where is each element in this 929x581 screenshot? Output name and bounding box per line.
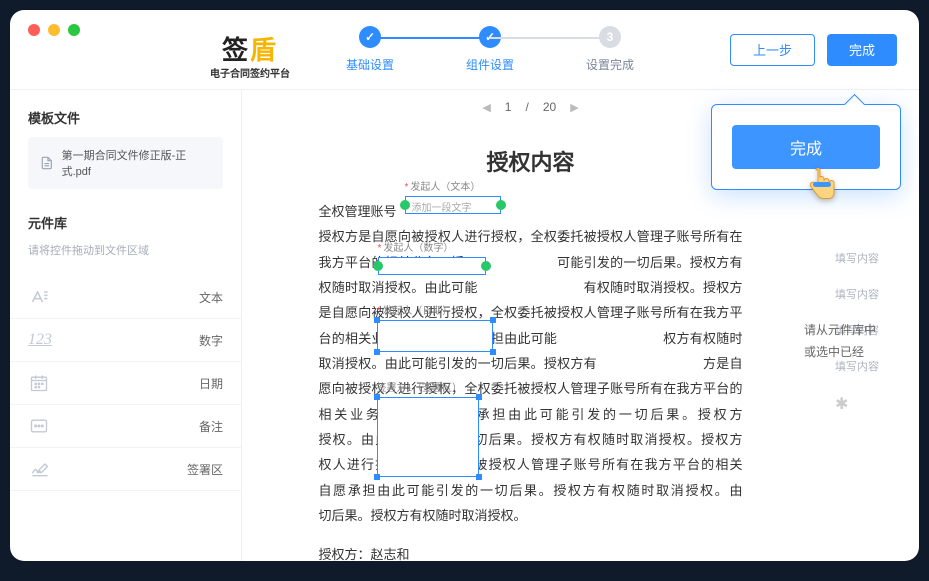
component-label: 签署区 — [187, 461, 223, 478]
placed-field-number[interactable]: *发起人（数字） — [378, 257, 486, 275]
corner-handle[interactable] — [476, 474, 482, 480]
remark-icon — [28, 415, 58, 437]
side-hint-text: 请从元件库中 或选中已经 — [804, 320, 919, 363]
field-placeholder: 添加一段文字 — [406, 197, 500, 221]
done-button[interactable]: 完成 — [827, 34, 897, 66]
field-tag: *发起人（文本） — [405, 178, 481, 198]
corner-handle[interactable] — [374, 349, 380, 355]
page-total: 20 — [543, 100, 556, 114]
corner-handle[interactable] — [490, 349, 496, 355]
component-label: 备注 — [199, 418, 223, 435]
step-label: 基础设置 — [346, 56, 394, 73]
logo-subtitle: 电子合同签约平台 — [210, 65, 290, 80]
component-label: 数字 — [199, 332, 223, 349]
resize-handle-right[interactable] — [496, 200, 506, 210]
page-current: 1 — [505, 100, 512, 114]
step-basic-settings[interactable]: 基础设置 — [310, 26, 430, 73]
corner-handle[interactable] — [374, 394, 380, 400]
placed-field-signature[interactable]: 签署方1（签署区） — [377, 397, 479, 477]
prev-step-button[interactable]: 上一步 — [730, 34, 815, 66]
library-hint: 请将控件拖动到文件区域 — [28, 242, 223, 258]
file-icon — [40, 156, 54, 170]
component-date[interactable]: 日期 — [10, 362, 241, 405]
rail-item[interactable]: 填写内容 — [819, 240, 895, 276]
cursor-pointer-icon — [805, 168, 839, 214]
corner-handle[interactable] — [490, 317, 496, 323]
resize-handle-left[interactable] — [400, 200, 410, 210]
corner-handle[interactable] — [374, 317, 380, 323]
page-sep: / — [525, 100, 528, 114]
step-component-settings[interactable]: 组件设置 — [430, 26, 550, 73]
signature-icon — [28, 458, 58, 480]
file-name: 第一期合同文件修正版-正式.pdf — [62, 147, 211, 179]
rail-item[interactable]: 填写内容 — [819, 276, 895, 312]
component-signature[interactable]: 签署区 — [10, 448, 241, 491]
page-navigator: ◀ 1 / 20 ▶ — [482, 90, 578, 124]
corner-handle[interactable] — [374, 474, 380, 480]
sidebar: 模板文件 第一期合同文件修正版-正式.pdf 元件库 请将控件拖动到文件区域 文… — [10, 90, 242, 561]
component-label: 日期 — [199, 375, 223, 392]
number-icon: 123 — [28, 329, 58, 351]
component-label: 文本 — [199, 289, 223, 306]
component-number[interactable]: 123 数字 — [10, 319, 241, 362]
maximize-dot[interactable] — [68, 24, 80, 36]
text-icon — [28, 286, 58, 308]
component-remark[interactable]: 备注 — [10, 405, 241, 448]
wizard-steps: 基础设置 组件设置 3 设置完成 — [310, 26, 670, 73]
resize-handle-right[interactable] — [481, 261, 491, 271]
step-label: 设置完成 — [586, 56, 634, 73]
step-number: 3 — [599, 26, 621, 48]
field-tag: *发起人（数字） — [378, 239, 454, 259]
document-preview: 授权内容 全权管理账号 授权方是自愿向被授权人进行授权，全权委托被授权人管理子账… — [291, 124, 771, 561]
minimize-dot[interactable] — [48, 24, 60, 36]
field-tag: 签署方1（签署区） — [377, 379, 463, 399]
close-dot[interactable] — [28, 24, 40, 36]
app-logo: 签盾 电子合同签约平台 — [210, 30, 290, 80]
page-prev[interactable]: ◀ — [482, 101, 490, 114]
placed-field-text[interactable]: *发起人（文本） 添加一段文字 — [405, 196, 501, 214]
window-controls — [28, 24, 80, 36]
step-complete[interactable]: 3 设置完成 — [550, 26, 670, 73]
template-file-item[interactable]: 第一期合同文件修正版-正式.pdf — [28, 137, 223, 189]
logo-char2: 盾 — [250, 35, 278, 65]
component-text[interactable]: 文本 — [10, 276, 241, 319]
star-icon[interactable]: ✱ — [819, 384, 864, 424]
placed-field-date[interactable]: *发起人（日期） — [377, 320, 493, 352]
step-label: 组件设置 — [466, 56, 514, 73]
logo-char1: 签 — [222, 35, 250, 65]
corner-handle[interactable] — [476, 394, 482, 400]
popover-done-button[interactable]: 完成 — [732, 125, 880, 169]
component-library-title: 元件库 — [28, 213, 223, 232]
page-next[interactable]: ▶ — [570, 101, 578, 114]
resize-handle-left[interactable] — [373, 261, 383, 271]
signer-line: 授权方：赵志和 — [319, 542, 743, 561]
calendar-icon — [28, 372, 58, 394]
field-tag: *发起人（日期） — [377, 302, 453, 322]
template-files-title: 模板文件 — [28, 108, 223, 127]
document-title: 授权内容 — [319, 142, 743, 185]
doc-line-prefix: 全权管理账号 — [319, 204, 397, 219]
